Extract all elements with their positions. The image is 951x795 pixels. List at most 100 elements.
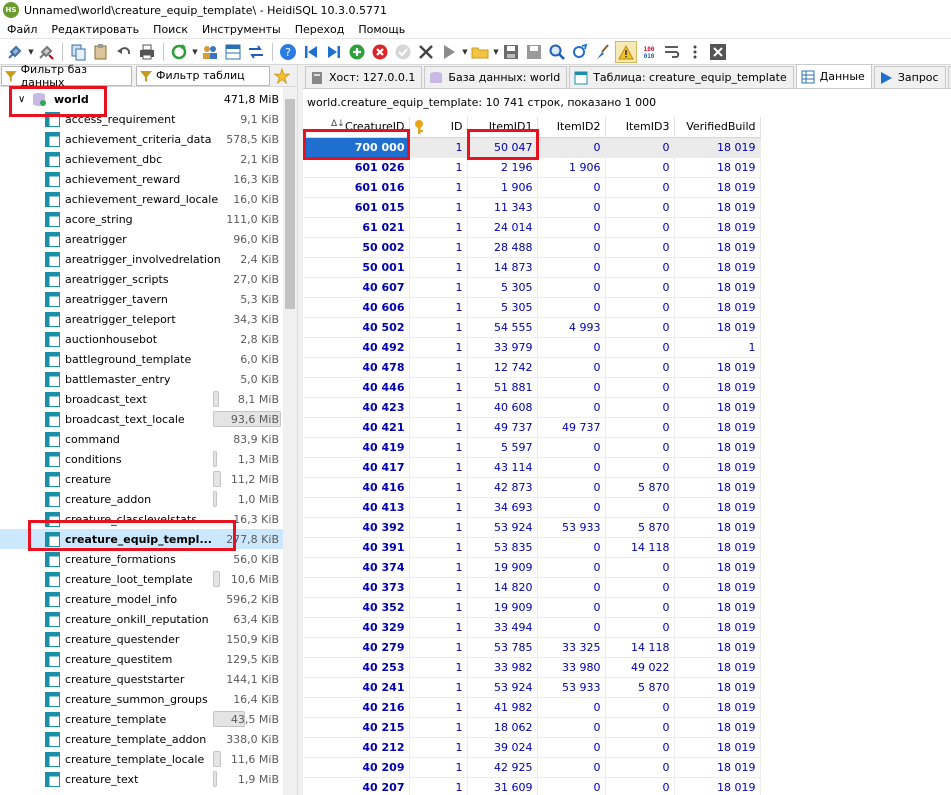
cell-verifiedbuild[interactable]: 18 019 [674,477,761,498]
cell-itemid1[interactable]: 24 014 [467,217,538,238]
tree-item-table[interactable]: acore_string 111,0 KiB [0,209,283,229]
tree-database-world[interactable]: ∨ world 471,8 MiB [0,89,297,109]
cell-itemid3[interactable]: 0 [605,557,675,578]
cell-creatureid[interactable]: 40 253 [303,657,410,678]
tree-scrollbar[interactable] [283,87,297,795]
cell-itemid1[interactable]: 53 835 [467,537,538,558]
tree-scrollbar-thumb[interactable] [285,99,295,309]
cell-itemid1[interactable]: 28 488 [467,237,538,258]
cell-verifiedbuild[interactable]: 18 019 [674,617,761,638]
cell-itemid3[interactable]: 14 118 [605,637,675,658]
cell-itemid1[interactable]: 12 742 [467,357,538,378]
tab-table[interactable]: Таблица: creature_equip_template [569,66,794,88]
table-row[interactable]: 40 417 1 43 114 0 0 18 019 [303,457,761,478]
tree-item-table[interactable]: command 83,9 KiB [0,429,283,449]
table-row[interactable]: 601 015 1 11 343 0 0 18 019 [303,197,761,218]
cancel-changes-icon[interactable] [415,41,437,63]
cell-itemid2[interactable]: 33 325 [537,637,606,658]
refresh-icon[interactable] [168,41,190,63]
tree-item-table[interactable]: achievement_reward 16,3 KiB [0,169,283,189]
column-header-creatureid[interactable]: ᐃ↓ CreatureID [303,117,410,138]
cell-itemid1[interactable]: 19 909 [467,557,538,578]
cell-creatureid[interactable]: 40 606 [303,297,410,318]
cell-itemid2[interactable]: 0 [537,397,606,418]
tree-item-table[interactable]: areatrigger 96,0 KiB [0,229,283,249]
cell-itemid3[interactable]: 0 [605,277,675,298]
cell-itemid1[interactable]: 2 196 [467,157,538,178]
cell-creatureid[interactable]: 601 026 [303,157,410,178]
connect-dropdown-icon[interactable]: ▼ [27,41,35,63]
cell-itemid2[interactable]: 53 933 [537,517,606,538]
cell-itemid2[interactable]: 0 [537,377,606,398]
cell-verifiedbuild[interactable]: 18 019 [674,197,761,218]
undo-icon[interactable] [113,41,135,63]
cell-itemid2[interactable]: 0 [537,237,606,258]
cell-itemid2[interactable]: 4 993 [537,317,606,338]
cell-itemid2[interactable]: 0 [537,697,606,718]
cell-creatureid[interactable]: 40 373 [303,577,410,598]
cell-creatureid[interactable]: 40 212 [303,737,410,758]
cell-id[interactable]: 1 [409,497,468,518]
cell-creatureid[interactable]: 50 002 [303,237,410,258]
column-header-verifiedbuild[interactable]: VerifiedBuild [674,117,761,138]
table-row[interactable]: 40 207 1 31 609 0 0 18 019 [303,777,761,795]
search-icon[interactable] [546,41,568,63]
table-tools-icon[interactable] [222,41,244,63]
cell-verifiedbuild[interactable]: 18 019 [674,777,761,795]
tree-item-table[interactable]: broadcast_text 8,1 MiB [0,389,283,409]
cell-id[interactable]: 1 [409,237,468,258]
cell-id[interactable]: 1 [409,337,468,358]
new-query-tab-button[interactable] [947,66,951,88]
cell-itemid3[interactable]: 0 [605,697,675,718]
save-snippet-icon[interactable] [523,41,545,63]
table-row[interactable]: 40 416 1 42 873 0 5 870 18 019 [303,477,761,498]
menu-tools[interactable]: Инструменты [195,23,288,36]
tree-item-table[interactable]: creature_summon_groups 16,4 KiB [0,689,283,709]
cell-itemid1[interactable]: 5 597 [467,437,538,458]
cell-itemid3[interactable]: 0 [605,177,675,198]
cell-verifiedbuild[interactable]: 18 019 [674,537,761,558]
cell-itemid2[interactable]: 0 [537,137,606,158]
cell-itemid2[interactable]: 0 [537,617,606,638]
tree-item-table[interactable]: areatrigger_teleport 34,3 KiB [0,309,283,329]
run-dropdown-icon[interactable]: ▼ [461,41,469,63]
cell-id[interactable]: 1 [409,697,468,718]
cell-itemid1[interactable]: 40 608 [467,397,538,418]
cell-verifiedbuild[interactable]: 18 019 [674,557,761,578]
tree-item-table[interactable]: creature_queststarter 144,1 KiB [0,669,283,689]
tree-item-table[interactable]: achievement_criteria_data 578,5 KiB [0,129,283,149]
cell-itemid2[interactable]: 0 [537,217,606,238]
disconnect-plug-icon[interactable] [35,41,57,63]
database-filter-input[interactable]: Фильтр баз данных [1,63,132,89]
tree-item-table[interactable]: areatrigger_involvedrelation 2,4 KiB [0,249,283,269]
format-brush-icon[interactable] [592,41,614,63]
cell-itemid1[interactable]: 41 982 [467,697,538,718]
cell-itemid3[interactable]: 0 [605,377,675,398]
table-row[interactable]: 40 329 1 33 494 0 0 18 019 [303,617,761,638]
cell-id[interactable]: 1 [409,677,468,698]
favorites-star-icon[interactable] [272,66,292,86]
table-row[interactable]: 50 001 1 14 873 0 0 18 019 [303,257,761,278]
table-row[interactable]: 50 002 1 28 488 0 0 18 019 [303,237,761,258]
table-row[interactable]: 40 279 1 53 785 33 325 14 118 18 019 [303,637,761,658]
table-row[interactable]: 40 215 1 18 062 0 0 18 019 [303,717,761,738]
tree-item-table[interactable]: creature_classlevelstats 16,3 KiB [0,509,283,529]
cell-itemid2[interactable]: 0 [537,577,606,598]
cell-creatureid[interactable]: 40 413 [303,497,410,518]
cell-itemid2[interactable]: 0 [537,257,606,278]
table-row[interactable]: 40 502 1 54 555 4 993 0 18 019 [303,317,761,338]
cell-id[interactable]: 1 [409,757,468,778]
cell-itemid3[interactable]: 0 [605,617,675,638]
column-header-itemid2[interactable]: ItemID2 [537,117,606,138]
sync-arrows-icon[interactable] [245,41,267,63]
cell-itemid2[interactable]: 0 [537,597,606,618]
cell-verifiedbuild[interactable]: 18 019 [674,417,761,438]
save-icon[interactable] [500,41,522,63]
cell-itemid1[interactable]: 54 555 [467,317,538,338]
cell-verifiedbuild[interactable]: 18 019 [674,157,761,178]
cell-id[interactable]: 1 [409,777,468,795]
cell-verifiedbuild[interactable]: 18 019 [674,757,761,778]
cell-id[interactable]: 1 [409,457,468,478]
copy-icon[interactable] [67,41,89,63]
cell-itemid1[interactable]: 33 494 [467,617,538,638]
